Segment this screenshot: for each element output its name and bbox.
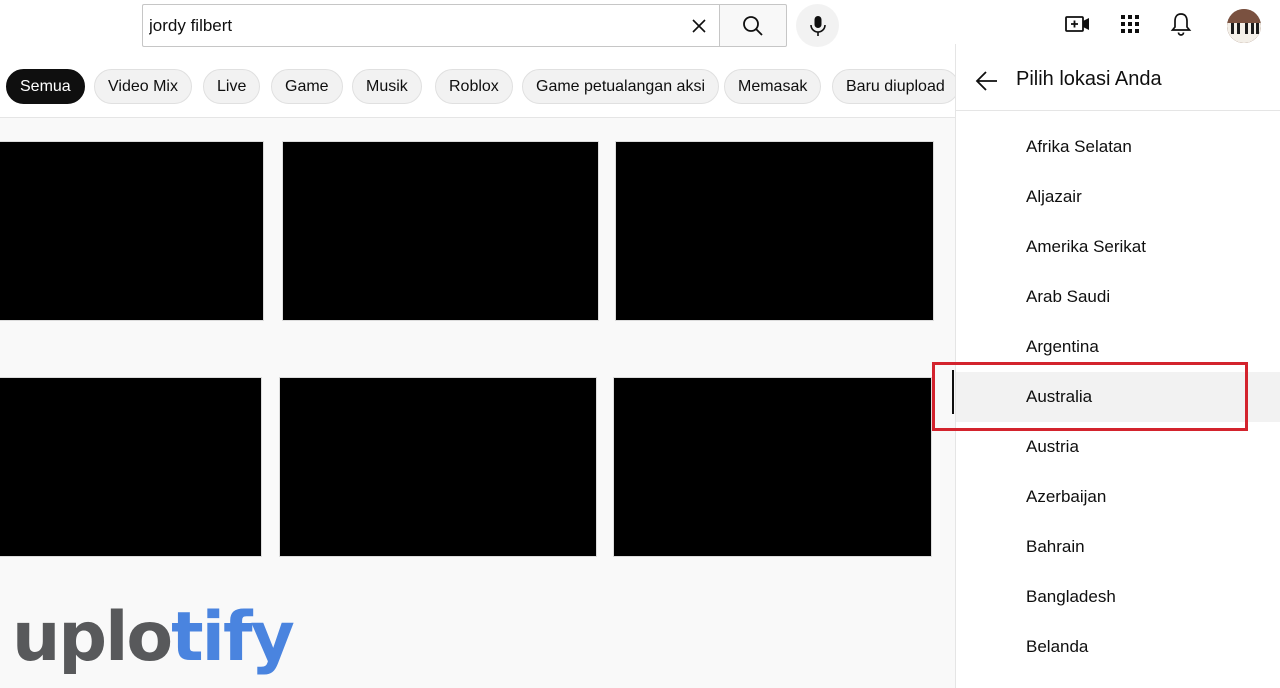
watermark-logo: uplotify xyxy=(12,598,295,677)
location-item[interactable]: Bangladesh xyxy=(956,572,1280,622)
location-list: Afrika Selatan Aljazair Amerika Serikat … xyxy=(956,122,1280,672)
avatar[interactable] xyxy=(1227,9,1261,43)
location-item-selected[interactable]: Australia xyxy=(956,372,1280,422)
voice-search-button[interactable] xyxy=(796,4,839,47)
video-thumbnail[interactable] xyxy=(615,141,934,321)
chip-live[interactable]: Live xyxy=(203,69,261,104)
location-item[interactable]: Belanda xyxy=(956,622,1280,672)
chip-baru-diupload[interactable]: Baru diupload xyxy=(832,69,955,104)
search-icon xyxy=(742,15,764,37)
video-plus-icon[interactable] xyxy=(1064,10,1092,38)
close-icon[interactable] xyxy=(687,14,711,38)
chip-game[interactable]: Game xyxy=(271,69,343,104)
location-item[interactable]: Amerika Serikat xyxy=(956,222,1280,272)
search-input[interactable] xyxy=(149,5,669,46)
search-button[interactable] xyxy=(719,4,787,47)
chip-memasak[interactable]: Memasak xyxy=(724,69,822,104)
chip-musik[interactable]: Musik xyxy=(352,69,422,104)
location-item[interactable]: Bahrain xyxy=(956,522,1280,572)
location-item[interactable]: Argentina xyxy=(956,322,1280,372)
search-box[interactable] xyxy=(142,4,719,47)
video-thumbnail[interactable] xyxy=(279,377,597,557)
video-thumbnail[interactable] xyxy=(282,141,599,321)
bell-icon[interactable] xyxy=(1167,10,1195,38)
location-item[interactable]: Austria xyxy=(956,422,1280,472)
chip-video-mix[interactable]: Video Mix xyxy=(94,69,192,104)
mic-icon xyxy=(808,15,828,37)
video-thumbnail[interactable] xyxy=(0,141,264,321)
location-item[interactable]: Azerbaijan xyxy=(956,472,1280,522)
panel-header: Pilih lokasi Anda xyxy=(956,44,1280,111)
chip-game-petualangan-aksi[interactable]: Game petualangan aksi xyxy=(522,69,719,104)
arrow-left-icon[interactable] xyxy=(972,66,1002,96)
location-item[interactable]: Arab Saudi xyxy=(956,272,1280,322)
location-item[interactable]: Afrika Selatan xyxy=(956,122,1280,172)
location-item[interactable]: Aljazair xyxy=(956,172,1280,222)
apps-grid-icon[interactable] xyxy=(1116,10,1144,38)
video-thumbnail[interactable] xyxy=(0,377,262,557)
panel-title: Pilih lokasi Anda xyxy=(1016,68,1162,90)
chip-roblox[interactable]: Roblox xyxy=(435,69,513,104)
video-thumbnail[interactable] xyxy=(613,377,932,557)
chip-semua[interactable]: Semua xyxy=(6,69,85,104)
location-panel: Pilih lokasi Anda Afrika Selatan Aljazai… xyxy=(955,44,1280,688)
text-caret xyxy=(952,370,954,414)
filter-chips-bar: Semua Video Mix Live Game Musik Roblox G… xyxy=(0,56,955,118)
